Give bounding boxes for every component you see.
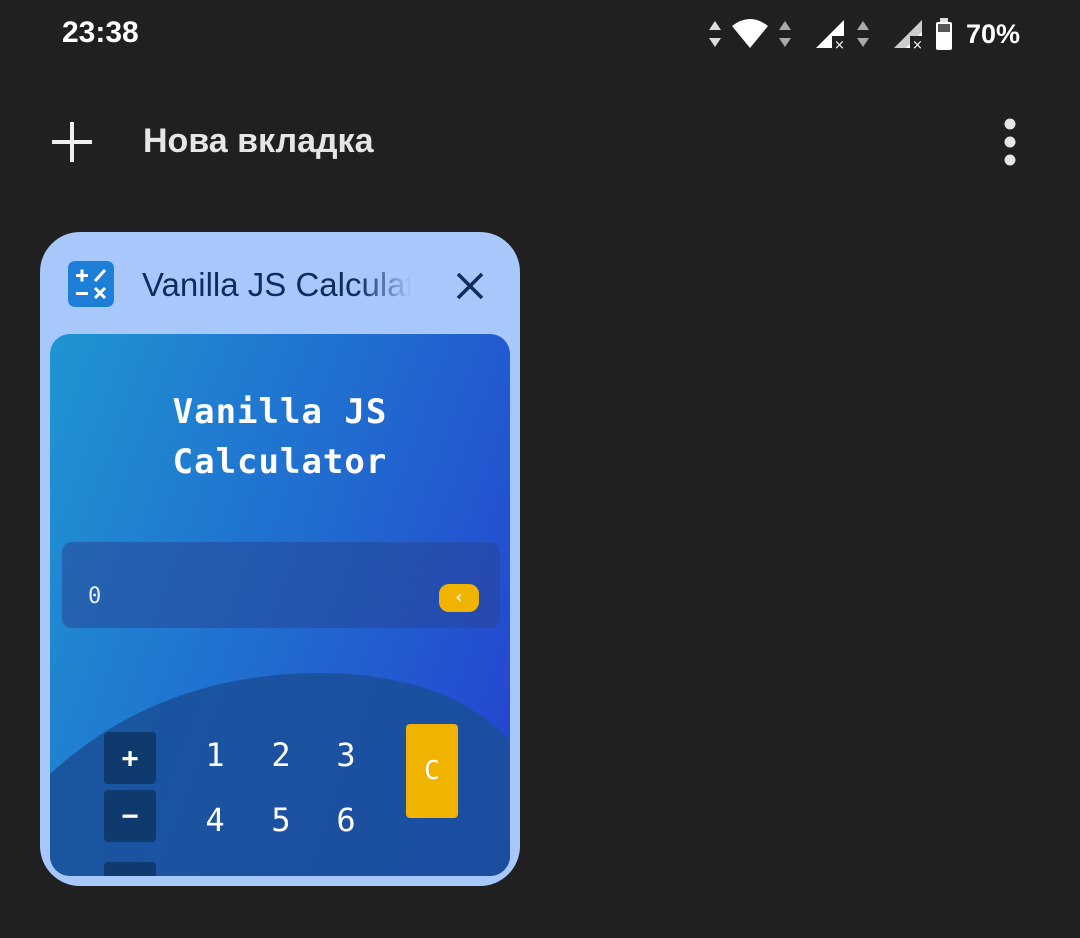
svg-text:×: × bbox=[834, 38, 845, 50]
calculator-icon bbox=[68, 261, 114, 307]
calculator-display: 0 ‹ bbox=[62, 542, 500, 628]
digit-button[interactable]: 1 bbox=[190, 730, 240, 780]
status-bar: 23:38 × × 70% bbox=[0, 0, 1080, 72]
signal-no-service-icon: × bbox=[892, 18, 926, 50]
minus-button[interactable]: − bbox=[104, 790, 156, 842]
digit-button[interactable]: 5 bbox=[256, 795, 306, 845]
tab-thumbnail[interactable]: Vanilla JS Calculator 0 ‹ + − 1 2 3 4 5 … bbox=[50, 334, 510, 876]
clear-button[interactable]: C bbox=[406, 724, 458, 818]
calculator-title-line1: Vanilla JS bbox=[172, 392, 388, 432]
battery-percent: 70% bbox=[965, 18, 1020, 49]
plus-button[interactable]: + bbox=[104, 732, 156, 784]
digit-button[interactable]: 6 bbox=[321, 795, 371, 845]
svg-text:×: × bbox=[912, 38, 923, 50]
plus-icon[interactable] bbox=[46, 116, 98, 168]
new-tab-button[interactable]: Нова вкладка bbox=[143, 122, 373, 161]
data-arrows-icon bbox=[708, 19, 722, 49]
wifi-icon bbox=[730, 18, 770, 50]
digit-button[interactable]: 2 bbox=[256, 730, 306, 780]
close-icon[interactable] bbox=[450, 266, 490, 306]
status-icons: × × 70% bbox=[708, 14, 1020, 54]
tab-card[interactable]: Vanilla JS Calculator Vanilla JS Calcula… bbox=[40, 232, 520, 886]
data-arrows-icon bbox=[778, 19, 792, 49]
battery-icon bbox=[934, 17, 954, 51]
backspace-button[interactable]: ‹ bbox=[439, 584, 479, 612]
data-arrows-icon bbox=[856, 19, 870, 49]
more-vertical-icon[interactable] bbox=[990, 116, 1030, 168]
operator-button[interactable] bbox=[104, 862, 156, 876]
status-time: 23:38 bbox=[62, 16, 139, 49]
calculator-title-line2: Calculator bbox=[172, 442, 388, 482]
display-value: 0 bbox=[88, 584, 102, 609]
digit-button[interactable]: 3 bbox=[321, 730, 371, 780]
digit-button[interactable]: 4 bbox=[190, 795, 240, 845]
tab-title-fade bbox=[358, 266, 412, 306]
signal-no-service-icon: × bbox=[814, 18, 848, 50]
tab-switcher-toolbar: Нова вкладка bbox=[0, 100, 1080, 186]
